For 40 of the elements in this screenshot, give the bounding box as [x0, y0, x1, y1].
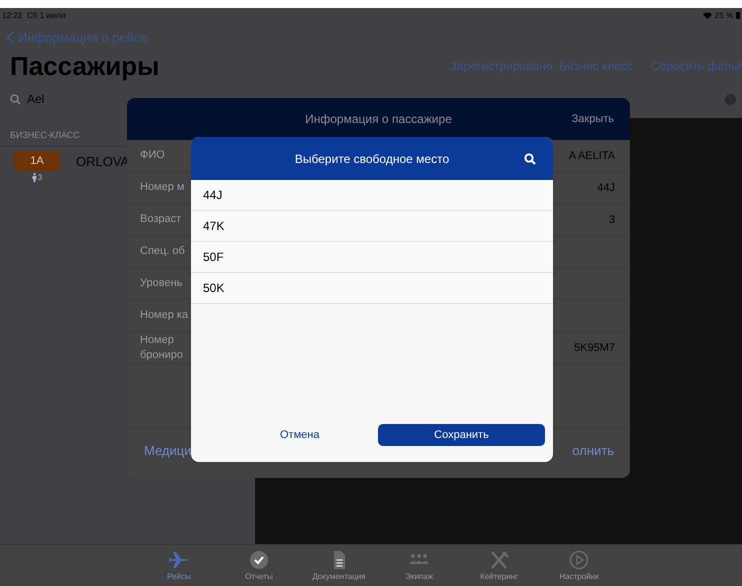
chevron-left-icon: [6, 30, 14, 44]
status-date: Сб 1 июля: [27, 10, 66, 20]
field-label: ФИО: [140, 148, 165, 163]
field-value: 3: [608, 214, 615, 226]
plane-icon: [169, 550, 189, 570]
add-link[interactable]: олнить: [572, 442, 614, 458]
field-value: A AELITA: [568, 150, 615, 162]
field-label: Номер м: [140, 180, 184, 195]
tab-bar-item[interactable]: Отчеты: [219, 545, 299, 586]
field-label: Номер брониро: [140, 333, 183, 362]
status-time: 12:22: [2, 10, 22, 20]
search-icon: [10, 94, 21, 104]
dialog-title: Выберите свободное место: [294, 152, 450, 166]
medical-link[interactable]: Медици: [144, 442, 192, 458]
passenger-count: 3: [32, 173, 42, 182]
battery-percent: 25 %: [714, 10, 733, 20]
tab-bar-item[interactable]: Документация: [299, 545, 379, 586]
tab-bar-item[interactable]: Настройки: [539, 545, 619, 586]
wifi-icon: [702, 12, 712, 18]
save-button[interactable]: Сохранить: [378, 424, 545, 446]
field-label: Возраст: [140, 212, 182, 227]
tab-bar-item[interactable]: Рейсы: [139, 545, 219, 586]
fork-knife-icon: [489, 550, 509, 570]
seat-badge: 1A: [14, 151, 60, 171]
field-label: Спец. об: [140, 244, 185, 259]
play-circle-icon: [569, 550, 589, 570]
close-link[interactable]: Закрыть: [572, 113, 614, 125]
search-icon[interactable]: [524, 152, 536, 164]
field-value: 44J: [597, 182, 615, 194]
battery-icon: [736, 12, 740, 18]
field-label: Номер ка: [140, 308, 188, 323]
passenger-row[interactable]: 1A 3 ORLOVA: [0, 147, 130, 182]
tab-bar-item[interactable]: Экипаж: [379, 545, 459, 586]
card-title: Информация о пассажире: [305, 112, 452, 126]
cancel-button[interactable]: Отмена: [274, 425, 326, 445]
checkmark-circle-icon: [249, 550, 269, 570]
field-value: 5K95M7: [574, 342, 615, 354]
field-label: Уровень: [140, 276, 182, 291]
tab-bar-item[interactable]: Кейтеринг: [459, 545, 539, 586]
page-title: Пассажиры: [10, 50, 160, 82]
